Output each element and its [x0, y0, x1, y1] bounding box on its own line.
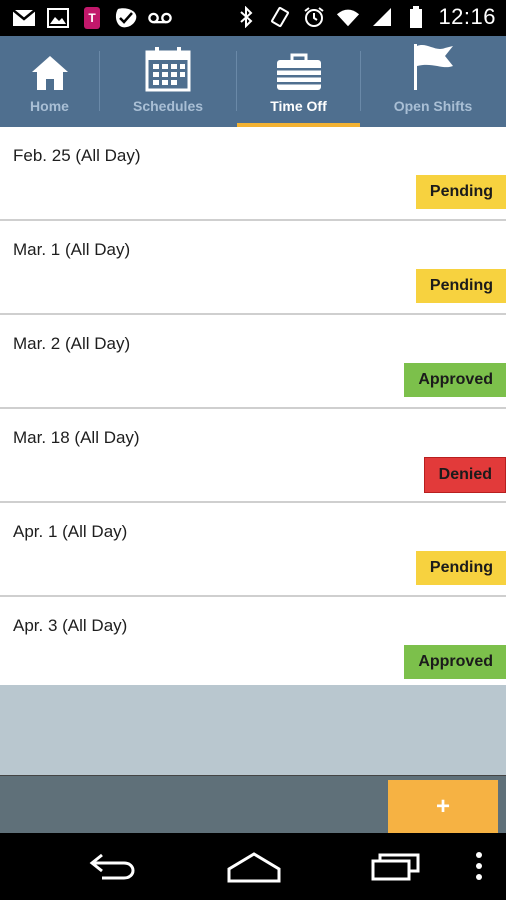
- list-item[interactable]: Apr. 3 (All Day) Approved: [0, 597, 506, 691]
- tab-home-label: Home: [30, 98, 69, 114]
- wifi-icon: [336, 5, 360, 29]
- request-date: Feb. 25 (All Day): [13, 146, 141, 165]
- status-badge: Approved: [404, 645, 506, 679]
- svg-text:T: T: [88, 11, 96, 25]
- request-date: Mar. 18 (All Day): [13, 428, 140, 447]
- list-item[interactable]: Feb. 25 (All Day) Pending: [0, 127, 506, 221]
- list-item[interactable]: Mar. 18 (All Day) Denied: [0, 409, 506, 503]
- system-nav-bar: [0, 833, 506, 900]
- tab-time-off-label: Time Off: [270, 98, 327, 114]
- status-time: 12:16: [438, 4, 496, 29]
- status-badge: Pending: [415, 269, 506, 303]
- empty-list-area: [0, 685, 506, 775]
- gmail-icon: [12, 6, 36, 30]
- request-date: Apr. 3 (All Day): [13, 616, 128, 635]
- request-date: Mar. 1 (All Day): [13, 240, 131, 259]
- tab-time-off[interactable]: Time Off: [237, 36, 360, 127]
- bottom-action-bar: +: [0, 775, 506, 834]
- time-off-list: Feb. 25 (All Day) Pending Mar. 1 (All Da…: [0, 127, 506, 691]
- tab-open-shifts-label: Open Shifts: [393, 98, 473, 114]
- briefcase-icon: [275, 36, 323, 92]
- battery-icon: [404, 5, 428, 29]
- add-request-button[interactable]: +: [388, 780, 498, 833]
- voicemail-icon: [148, 6, 172, 30]
- request-date: Mar. 2 (All Day): [13, 334, 131, 353]
- calendar-icon: [144, 36, 192, 92]
- list-item[interactable]: Mar. 2 (All Day) Approved: [0, 315, 506, 409]
- home-nav-icon[interactable]: [226, 851, 282, 883]
- recents-icon[interactable]: [370, 851, 422, 881]
- request-date: Apr. 1 (All Day): [13, 522, 128, 541]
- status-badge: Pending: [415, 551, 506, 585]
- tmobile-icon: T: [80, 6, 104, 30]
- alarm-icon: [302, 5, 326, 29]
- list-item[interactable]: Mar. 1 (All Day) Pending: [0, 221, 506, 315]
- tab-bar: Home Schedules Time Off Open Shifts: [0, 36, 506, 127]
- overflow-menu-icon[interactable]: [474, 851, 484, 881]
- back-icon[interactable]: [88, 851, 138, 881]
- bluetooth-icon: [234, 5, 258, 29]
- tab-open-shifts[interactable]: Open Shifts: [361, 36, 505, 127]
- tab-schedules-label: Schedules: [132, 98, 204, 114]
- status-badge: Approved: [404, 363, 506, 397]
- tab-home[interactable]: Home: [0, 36, 99, 127]
- status-badge: Pending: [415, 175, 506, 209]
- tab-schedules[interactable]: Schedules: [100, 36, 236, 127]
- check-icon: [114, 6, 138, 30]
- vibrate-icon: [268, 5, 292, 29]
- list-item[interactable]: Apr. 1 (All Day) Pending: [0, 503, 506, 597]
- flag-icon: [411, 36, 455, 92]
- home-icon: [30, 36, 70, 92]
- status-bar: T 12:16: [0, 0, 506, 36]
- status-badge: Denied: [423, 457, 506, 493]
- gallery-icon: [46, 6, 70, 30]
- signal-icon: [370, 5, 394, 29]
